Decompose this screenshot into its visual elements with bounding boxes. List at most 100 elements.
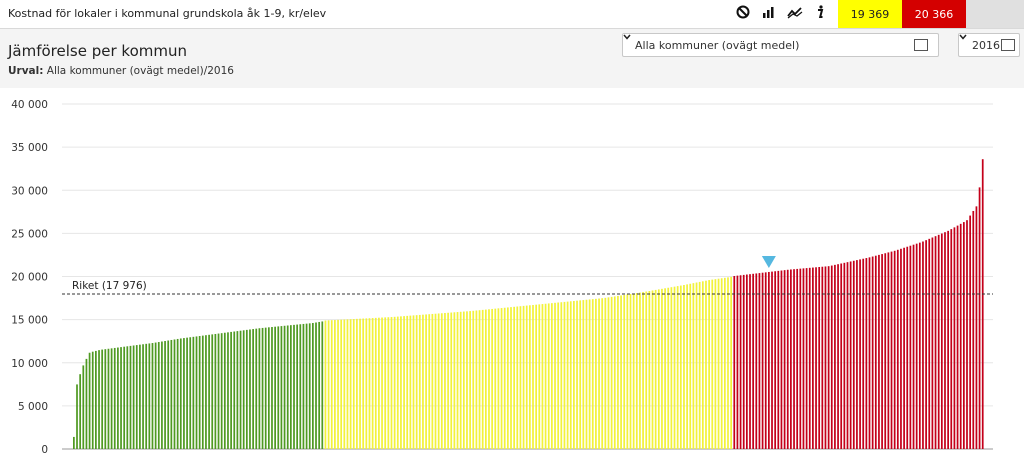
bar — [469, 311, 471, 449]
chevron-down-icon — [623, 34, 928, 51]
bar — [595, 298, 597, 449]
line-chart-icon[interactable] — [787, 5, 805, 23]
bar — [447, 312, 449, 449]
bar — [154, 342, 157, 449]
bar — [176, 338, 179, 449]
bar — [217, 333, 220, 449]
bar — [815, 267, 817, 449]
bar — [513, 306, 516, 449]
bar — [730, 276, 732, 449]
bar — [359, 318, 361, 449]
bar — [418, 314, 421, 449]
bar — [843, 262, 846, 449]
bar — [947, 230, 949, 449]
bar — [183, 338, 185, 449]
bar — [434, 313, 437, 449]
bar — [201, 335, 204, 449]
bar — [205, 335, 207, 449]
bar — [135, 345, 138, 449]
bar — [538, 304, 541, 449]
bar — [356, 318, 358, 449]
bar — [230, 331, 232, 449]
info-icon[interactable] — [815, 5, 833, 23]
selection-value: Alla kommuner (ovägt medel)/2016 — [46, 65, 234, 77]
year-select[interactable]: 2016 — [958, 33, 1020, 57]
bar — [733, 275, 736, 449]
bar — [601, 298, 604, 449]
bar — [903, 247, 905, 449]
bar — [233, 331, 236, 449]
bar — [657, 289, 660, 449]
bar — [591, 299, 594, 449]
y-tick-label: 0 — [41, 444, 48, 456]
bar — [554, 302, 556, 449]
bar — [856, 260, 858, 449]
bar — [456, 312, 459, 449]
bar — [409, 315, 412, 449]
bar — [157, 342, 160, 449]
bar — [506, 307, 509, 449]
bar — [956, 225, 959, 449]
bar — [302, 323, 305, 449]
bar — [368, 318, 371, 449]
bar — [679, 285, 682, 449]
bar — [428, 314, 431, 449]
bar — [780, 270, 783, 449]
bar — [387, 317, 390, 449]
bar — [884, 253, 887, 449]
bar — [981, 159, 984, 449]
bar — [503, 307, 506, 449]
bar — [623, 294, 626, 449]
bar — [752, 273, 755, 449]
bar — [878, 254, 880, 449]
block-icon[interactable] — [736, 5, 754, 23]
bar — [796, 268, 799, 449]
bar — [85, 358, 88, 449]
bar — [396, 316, 399, 449]
bar — [727, 277, 729, 449]
bar — [532, 304, 534, 449]
bar — [378, 317, 380, 449]
bar — [535, 304, 538, 449]
bar — [705, 280, 707, 449]
bar — [975, 206, 978, 449]
bar — [837, 264, 839, 449]
bar — [551, 303, 553, 449]
bar — [510, 307, 512, 449]
bar — [280, 326, 283, 449]
bar — [937, 234, 940, 449]
bar — [91, 351, 94, 449]
bar — [249, 329, 251, 449]
bar — [76, 384, 78, 449]
bar — [110, 348, 113, 449]
bar — [959, 223, 962, 449]
bar — [170, 339, 173, 449]
bar — [940, 233, 943, 449]
bar — [255, 328, 258, 449]
bar — [516, 306, 519, 449]
bar — [768, 271, 770, 449]
bar — [95, 350, 97, 449]
bar — [415, 315, 418, 449]
bar — [632, 293, 635, 449]
bar — [808, 267, 811, 449]
bar — [145, 343, 148, 449]
bar — [566, 301, 569, 449]
bar — [299, 324, 302, 449]
bar — [651, 290, 654, 449]
bar — [494, 308, 497, 449]
kommun-select[interactable]: Alla kommuner (ovägt medel) — [622, 33, 939, 57]
reference-line-label: Riket (17 976) — [72, 280, 147, 292]
bar — [349, 319, 352, 449]
badge-yellow-value: 19 369 — [838, 0, 902, 28]
bar — [881, 254, 883, 449]
bar — [793, 269, 795, 449]
bar — [459, 311, 462, 449]
bar — [683, 285, 685, 449]
y-tick-label: 30 000 — [11, 185, 48, 197]
bar — [462, 311, 465, 449]
y-tick-label: 20 000 — [11, 272, 48, 284]
bar — [374, 317, 377, 449]
bar — [573, 300, 575, 449]
bar-chart-icon[interactable] — [761, 5, 779, 23]
